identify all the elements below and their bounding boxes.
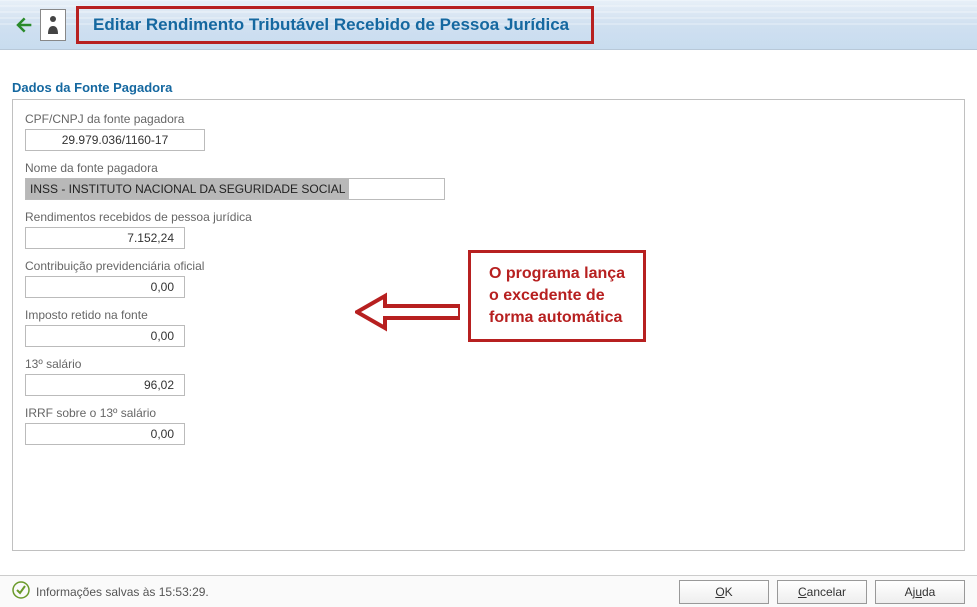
check-icon (12, 581, 36, 602)
irrf13-label: IRRF sobre o 13º salário (25, 406, 952, 420)
rendimentos-label: Rendimentos recebidos de pessoa jurídica (25, 210, 952, 224)
nome-input[interactable]: INSS - INSTITUTO NACIONAL DA SEGURIDADE … (25, 178, 445, 200)
back-button[interactable] (8, 10, 38, 40)
form-panel: CPF/CNPJ da fonte pagadora Nome da fonte… (12, 99, 965, 551)
cnpj-label: CPF/CNPJ da fonte pagadora (25, 112, 952, 126)
cnpj-input[interactable] (25, 129, 205, 151)
title-highlight-box: Editar Rendimento Tributável Recebido de… (76, 6, 594, 44)
nome-input-value: INSS - INSTITUTO NACIONAL DA SEGURIDADE … (26, 179, 349, 199)
bottom-bar: Informações salvas às 15:53:29. OK Cance… (0, 575, 977, 607)
ok-button[interactable]: OK (679, 580, 769, 604)
nome-label: Nome da fonte pagadora (25, 161, 952, 175)
salario13-label: 13º salário (25, 357, 952, 371)
help-button[interactable]: Ajuda (875, 580, 965, 604)
arrow-icon (355, 290, 460, 337)
top-bar: Editar Rendimento Tributável Recebido de… (0, 0, 977, 50)
rendimentos-input[interactable] (25, 227, 185, 249)
annotation-text: O programa lança o excedente de forma au… (489, 263, 625, 329)
irrf13-input[interactable] (25, 423, 185, 445)
salario13-input[interactable] (25, 374, 185, 396)
person-document-icon (40, 9, 66, 41)
imposto-input[interactable] (25, 325, 185, 347)
section-title: Dados da Fonte Pagadora (0, 74, 977, 99)
annotation-callout: O programa lança o excedente de forma au… (468, 250, 646, 342)
page-title: Editar Rendimento Tributável Recebido de… (93, 15, 569, 35)
status-text: Informações salvas às 15:53:29. (36, 585, 209, 599)
contribuicao-input[interactable] (25, 276, 185, 298)
cancel-button[interactable]: Cancelar (777, 580, 867, 604)
